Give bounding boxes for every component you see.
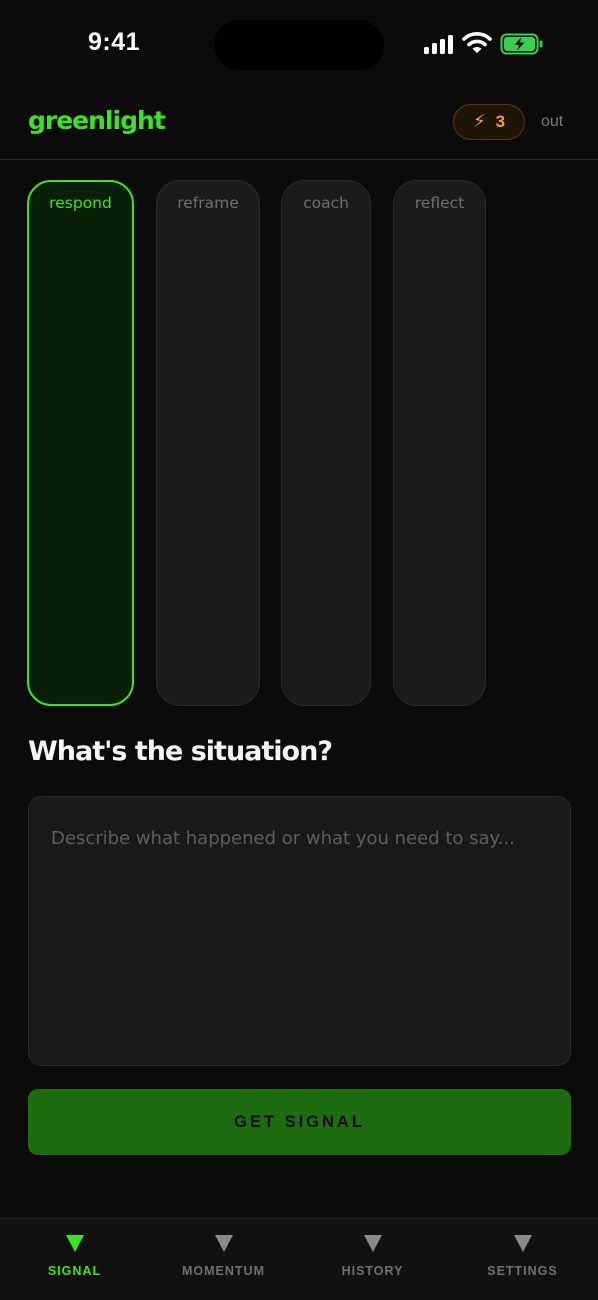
triangle-down-icon <box>363 1235 382 1252</box>
tab-label: SETTINGS <box>487 1264 558 1278</box>
tab-momentum[interactable]: MOMENTUM <box>149 1219 298 1300</box>
tab-label: HISTORY <box>341 1264 404 1278</box>
status-time: 9:41 <box>88 28 141 56</box>
dynamic-island <box>214 20 384 70</box>
wifi-icon <box>462 32 492 53</box>
cellular-signal-icon <box>424 34 454 54</box>
logout-link[interactable]: out <box>541 113 563 131</box>
energy-count: 3 <box>495 112 506 131</box>
mode-card-respond[interactable]: respond <box>27 180 134 706</box>
tab-label: SIGNAL <box>47 1264 102 1278</box>
app-header: greenlight ⚡ 3 out <box>0 92 598 160</box>
energy-badge[interactable]: ⚡ 3 <box>453 104 525 140</box>
tab-signal[interactable]: SIGNAL <box>0 1219 149 1300</box>
mode-label: coach <box>303 194 349 212</box>
app-screen: 9:41 greenlight ⚡ 3 out respond reframe … <box>0 0 598 1300</box>
triangle-down-icon <box>214 1235 233 1252</box>
triangle-down-icon <box>513 1235 532 1252</box>
page-title: What's the situation? <box>28 736 333 767</box>
mode-label: reflect <box>414 194 465 212</box>
tab-history[interactable]: HISTORY <box>298 1219 447 1300</box>
tab-label: MOMENTUM <box>182 1264 265 1278</box>
tab-settings[interactable]: SETTINGS <box>448 1219 597 1300</box>
triangle-down-icon <box>65 1235 84 1252</box>
battery-charging-icon <box>500 33 543 55</box>
bottom-tab-bar: SIGNAL MOMENTUM HISTORY SETTINGS <box>0 1218 598 1300</box>
status-bar: 9:41 <box>0 0 598 92</box>
situation-input[interactable] <box>28 796 571 1066</box>
mode-card-reframe[interactable]: reframe <box>156 180 260 706</box>
mode-label: respond <box>49 194 112 212</box>
mode-card-reflect[interactable]: reflect <box>393 180 486 706</box>
lightning-icon: ⚡ <box>472 111 486 132</box>
mode-card-coach[interactable]: coach <box>281 180 371 706</box>
get-signal-button[interactable]: GET SIGNAL <box>28 1089 571 1155</box>
app-logo: greenlight <box>28 106 166 135</box>
mode-label: reframe <box>177 194 239 212</box>
